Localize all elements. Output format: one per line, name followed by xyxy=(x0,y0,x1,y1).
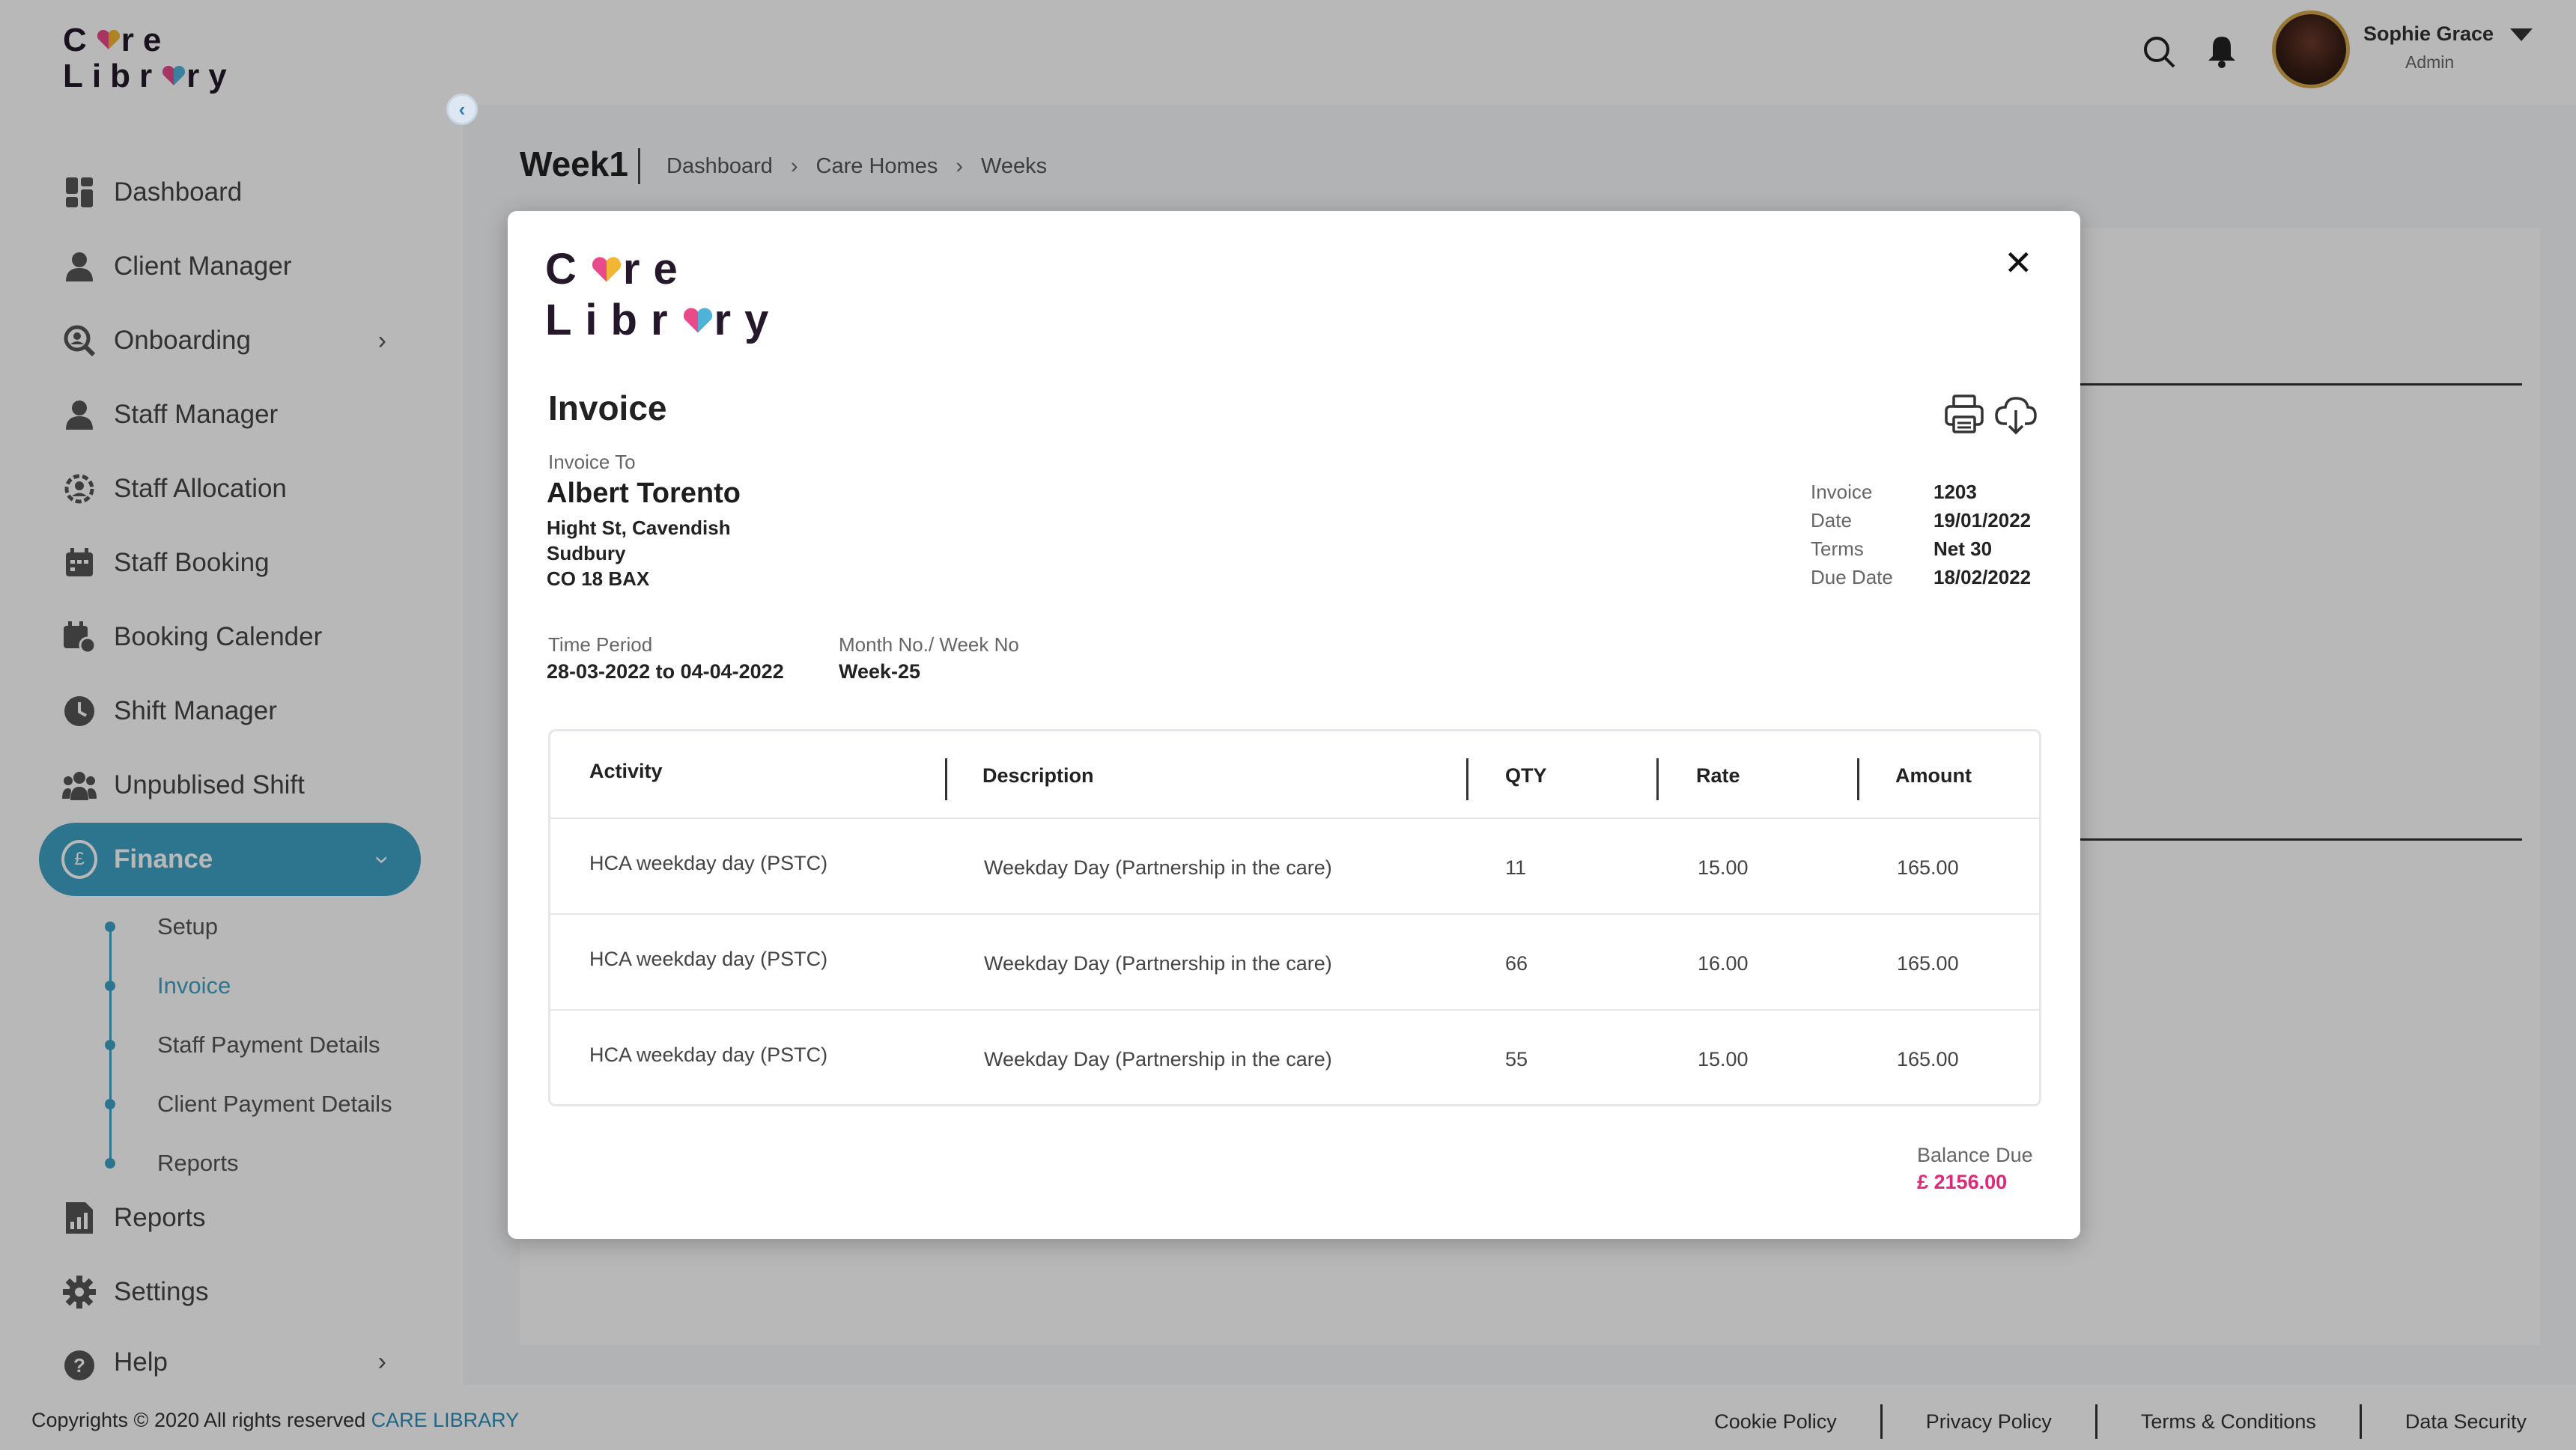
heart-icon xyxy=(681,295,714,346)
column-header-qty: QTY xyxy=(1505,764,1547,787)
cell-amount: 165.00 xyxy=(1897,856,1959,879)
time-period-label: Time Period xyxy=(548,633,653,656)
meta-label: Date xyxy=(1811,509,1852,531)
cell-rate: 16.00 xyxy=(1698,952,1749,975)
column-divider xyxy=(1466,758,1468,800)
cell-rate: 15.00 xyxy=(1698,1048,1749,1070)
cell-rate: 15.00 xyxy=(1698,856,1749,879)
bill-to-name: Albert Torento xyxy=(547,478,741,509)
invoice-title: Invoice xyxy=(548,389,667,427)
time-period-value: 28-03-2022 to 04-04-2022 xyxy=(547,660,784,683)
balance-due-value: £ 2156.00 xyxy=(1917,1171,2008,1193)
week-label: Month No./ Week No xyxy=(839,633,1019,656)
cell-activity: HCA weekday day (PSTC) xyxy=(589,948,828,970)
close-button[interactable]: ✕ xyxy=(2004,243,2033,283)
table-row: HCA weekday day (PSTC) Weekday Day (Part… xyxy=(550,817,2039,913)
table-row: HCA weekday day (PSTC) Weekday Day (Part… xyxy=(550,913,2039,1009)
close-icon: ✕ xyxy=(2004,243,2033,282)
cell-description: Weekday Day (Partnership in the care) xyxy=(984,1048,1332,1070)
invoice-date: 19/01/2022 xyxy=(1933,509,2032,531)
invoice-modal: Cre Libr ry ✕ Invoice Invoice To Albert T… xyxy=(508,211,2080,1239)
address-line: Hight St, Cavendish xyxy=(547,517,731,539)
cell-amount: 165.00 xyxy=(1897,1048,1959,1070)
collapse-sidebar-button[interactable]: ‹ xyxy=(446,94,478,125)
print-icon[interactable] xyxy=(1944,394,1984,434)
meta-label: Terms xyxy=(1811,537,1864,560)
address-line: Sudbury xyxy=(547,542,626,564)
cell-qty: 66 xyxy=(1505,952,1528,975)
cell-qty: 11 xyxy=(1505,856,1527,879)
column-header-description: Description xyxy=(982,764,1094,787)
meta-label: Invoice xyxy=(1811,481,1873,503)
download-icon[interactable] xyxy=(1995,394,2037,436)
cell-qty: 55 xyxy=(1505,1048,1528,1070)
invoice-number: 1203 xyxy=(1933,481,1977,503)
meta-label: Due Date xyxy=(1811,566,1893,588)
heart-icon xyxy=(590,244,623,295)
invoice-due-date: 18/02/2022 xyxy=(1933,566,2032,588)
cell-amount: 165.00 xyxy=(1897,952,1959,975)
column-header-activity: Activity xyxy=(589,759,663,782)
cell-activity: HCA weekday day (PSTC) xyxy=(589,1044,828,1066)
column-header-rate: Rate xyxy=(1696,764,1740,787)
balance-due-label: Balance Due xyxy=(1917,1144,2033,1166)
week-value: Week-25 xyxy=(839,660,921,683)
invoice-logo: Cre Libr ry xyxy=(545,244,782,347)
invoice-terms: Net 30 xyxy=(1933,537,1993,560)
cell-activity: HCA weekday day (PSTC) xyxy=(589,852,828,874)
column-divider xyxy=(945,758,947,800)
invoice-to-label: Invoice To xyxy=(548,451,636,473)
column-divider xyxy=(1656,758,1659,800)
column-header-amount: Amount xyxy=(1895,764,1972,787)
column-divider xyxy=(1857,758,1859,800)
chevron-left-icon: ‹ xyxy=(458,97,466,121)
address-line: CO 18 BAX xyxy=(547,567,650,590)
invoice-table: Activity Description QTY Rate Amount HCA… xyxy=(548,729,2041,1106)
cell-description: Weekday Day (Partnership in the care) xyxy=(984,952,1332,975)
table-row: HCA weekday day (PSTC) Weekday Day (Part… xyxy=(550,1009,2039,1104)
cell-description: Weekday Day (Partnership in the care) xyxy=(984,856,1332,879)
